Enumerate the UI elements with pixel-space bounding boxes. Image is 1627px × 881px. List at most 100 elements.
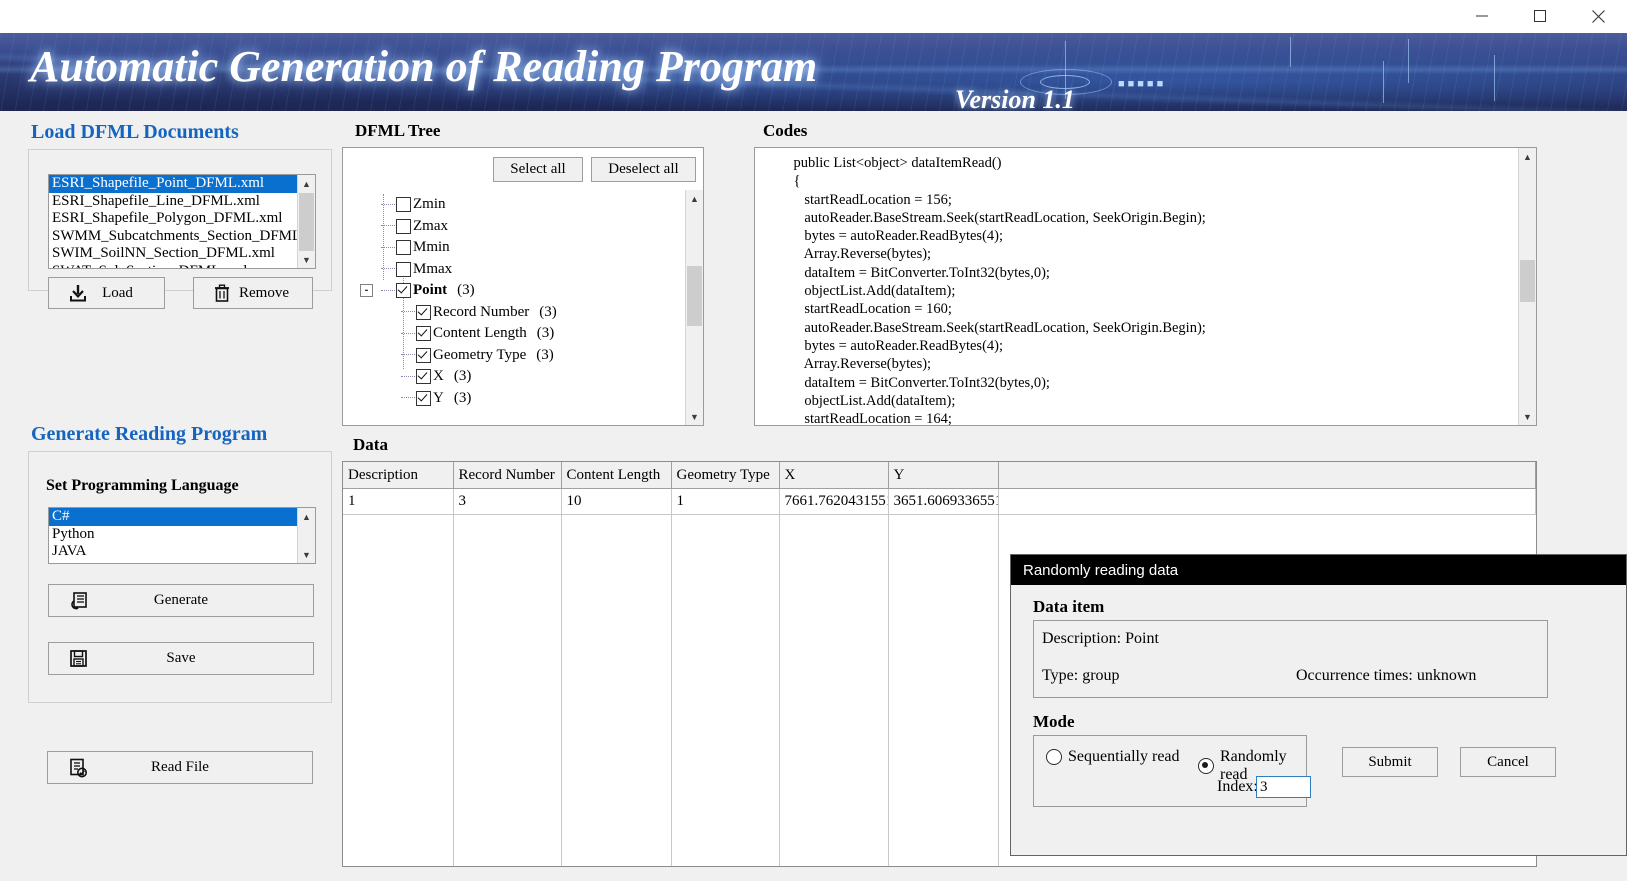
codes-box[interactable]: public List<object> dataItemRead() { sta… <box>754 147 1537 426</box>
tree-node-zmin[interactable]: Zmin <box>381 194 686 216</box>
checkbox-checked-icon[interactable] <box>416 369 431 385</box>
cell-content-length[interactable]: 10 <box>561 488 672 515</box>
index-input[interactable] <box>1256 776 1311 798</box>
language-listbox-scrollbar[interactable]: ▲ ▼ <box>297 508 315 563</box>
sequential-read-radio-group[interactable]: Sequentially read <box>1046 748 1180 766</box>
banner-tick-4 <box>1383 61 1384 103</box>
list-item[interactable]: JAVA <box>49 543 298 561</box>
read-file-icon <box>68 758 88 778</box>
list-item[interactable]: C# <box>49 508 298 526</box>
remove-button-label: Remove <box>239 284 289 301</box>
tree-node-y[interactable]: Y (3) <box>381 388 686 410</box>
read-file-button[interactable]: Read File <box>47 751 313 784</box>
data-item-label: Data item <box>1033 597 1105 616</box>
tree-node-label: Record Number <box>433 303 530 320</box>
minimize-icon <box>1476 15 1488 17</box>
dfml-tree-box[interactable]: Select all Deselect all Zmin Zmax Mmin M… <box>342 147 704 426</box>
radio-randomly-read-icon[interactable] <box>1198 758 1214 774</box>
dialog-titlebar: Randomly reading data <box>1011 555 1626 585</box>
list-item[interactable]: ESRI_Shapefile_Line_DFML.xml <box>49 193 298 211</box>
maximize-button[interactable] <box>1511 0 1569 32</box>
scroll-down-icon[interactable]: ▼ <box>298 546 315 563</box>
column-header-description[interactable]: Description <box>343 462 454 489</box>
cell-description[interactable]: 1 <box>343 488 454 515</box>
radio-sequentially-read-icon[interactable] <box>1046 749 1062 765</box>
scroll-up-icon[interactable]: ▲ <box>298 175 315 192</box>
column-header-geometry-type[interactable]: Geometry Type <box>671 462 780 489</box>
tree-node-mmax[interactable]: Mmax <box>381 259 686 281</box>
list-item[interactable]: ESRI_Shapefile_Polygon_DFML.xml <box>49 210 298 228</box>
table-row[interactable]: 1 3 10 1 7661.7620431551 3651.6069336551 <box>343 488 1536 515</box>
scroll-down-icon[interactable]: ▼ <box>298 251 315 268</box>
tree-node-record-number[interactable]: Record Number (3) <box>381 302 686 324</box>
cell-record-number[interactable]: 3 <box>453 488 562 515</box>
generate-section-title: Generate Reading Program <box>31 423 268 445</box>
list-item[interactable]: ESRI_Shapefile_Point_DFML.xml <box>49 175 298 193</box>
column-header-y[interactable]: Y <box>888 462 999 489</box>
tree-node-geometry-type[interactable]: Geometry Type (3) <box>381 345 686 367</box>
tree-node-mmin[interactable]: Mmin <box>381 237 686 259</box>
checkbox-unchecked-icon[interactable] <box>396 261 411 277</box>
scroll-up-icon[interactable]: ▲ <box>1519 148 1536 165</box>
dfml-tree-scrollbar[interactable]: ▲ ▼ <box>685 190 703 425</box>
scrollbar-thumb[interactable] <box>1520 260 1535 302</box>
checkbox-unchecked-icon[interactable] <box>396 218 411 234</box>
list-item[interactable]: SWIM_SoilNN_Section_DFML.xml <box>49 245 298 263</box>
tree-node-count: (3) <box>453 368 472 385</box>
list-item[interactable]: SWAT_Sol_Section_DFML.xml <box>49 263 298 268</box>
index-label: Index: <box>1217 778 1258 795</box>
column-header-content-length[interactable]: Content Length <box>561 462 672 489</box>
remove-button[interactable]: Remove <box>193 277 313 309</box>
generate-button[interactable]: Generate <box>48 584 314 617</box>
deselect-all-button[interactable]: Deselect all <box>591 157 696 182</box>
cell-blank[interactable] <box>998 488 1536 515</box>
tree-node-content-length[interactable]: Content Length (3) <box>381 323 686 345</box>
floppy-save-icon <box>69 649 88 668</box>
download-icon <box>69 284 87 302</box>
checkbox-unchecked-icon[interactable] <box>396 197 411 213</box>
collapse-expander-icon[interactable]: - <box>360 284 373 298</box>
sequentially-read-label: Sequentially read <box>1068 748 1180 765</box>
tree-node-x[interactable]: X (3) <box>381 366 686 388</box>
tree-branch-icon <box>381 268 395 270</box>
tree-node-zmax[interactable]: Zmax <box>381 216 686 238</box>
close-button[interactable] <box>1569 0 1627 32</box>
generate-program-group: Set Programming Language C# Python JAVA … <box>28 451 332 703</box>
list-item[interactable]: SWMM_Subcatchments_Section_DFML.xml <box>49 228 298 246</box>
checkbox-checked-icon[interactable] <box>416 304 431 320</box>
documents-listbox-scrollbar[interactable]: ▲ ▼ <box>297 175 315 268</box>
scroll-down-icon[interactable]: ▼ <box>1519 408 1536 425</box>
cancel-button[interactable]: Cancel <box>1460 747 1556 777</box>
data-item-occurrence: Occurrence times: unknown <box>1296 667 1477 684</box>
scrollbar-thumb[interactable] <box>687 266 702 326</box>
scroll-up-icon[interactable]: ▲ <box>686 190 703 207</box>
cell-y[interactable]: 3651.6069336551 <box>888 488 999 515</box>
scrollbar-thumb[interactable] <box>299 193 314 251</box>
checkbox-checked-icon[interactable] <box>416 347 431 363</box>
deselect-all-label: Deselect all <box>608 161 679 177</box>
scroll-down-icon[interactable]: ▼ <box>686 408 703 425</box>
list-item[interactable]: Python <box>49 526 298 544</box>
data-table: Description Record Number Content Length… <box>343 462 1536 515</box>
codes-scrollbar[interactable]: ▲ ▼ <box>1518 148 1536 425</box>
checkbox-unchecked-icon[interactable] <box>396 240 411 256</box>
load-button[interactable]: Load <box>48 277 165 309</box>
scroll-up-icon[interactable]: ▲ <box>298 508 315 525</box>
column-header-record-number[interactable]: Record Number <box>453 462 562 489</box>
language-listbox[interactable]: C# Python JAVA ▲ ▼ <box>48 507 316 564</box>
save-button[interactable]: Save <box>48 642 314 675</box>
cell-x[interactable]: 7661.7620431551 <box>779 488 889 515</box>
documents-listbox[interactable]: ESRI_Shapefile_Point_DFML.xml ESRI_Shape… <box>48 174 316 269</box>
select-all-button[interactable]: Select all <box>493 157 583 182</box>
minimize-button[interactable] <box>1453 0 1511 32</box>
checkbox-checked-icon[interactable] <box>396 283 411 299</box>
checkbox-checked-icon[interactable] <box>416 326 431 342</box>
cell-geometry-type[interactable]: 1 <box>671 488 780 515</box>
banner-tick-2 <box>1290 37 1291 67</box>
column-header-blank[interactable] <box>998 462 1536 489</box>
submit-button[interactable]: Submit <box>1342 747 1438 777</box>
column-header-x[interactable]: X <box>779 462 889 489</box>
banner-tick-5 <box>1494 55 1495 101</box>
checkbox-checked-icon[interactable] <box>416 390 431 406</box>
tree-node-point[interactable]: - Point (3) <box>360 280 686 302</box>
